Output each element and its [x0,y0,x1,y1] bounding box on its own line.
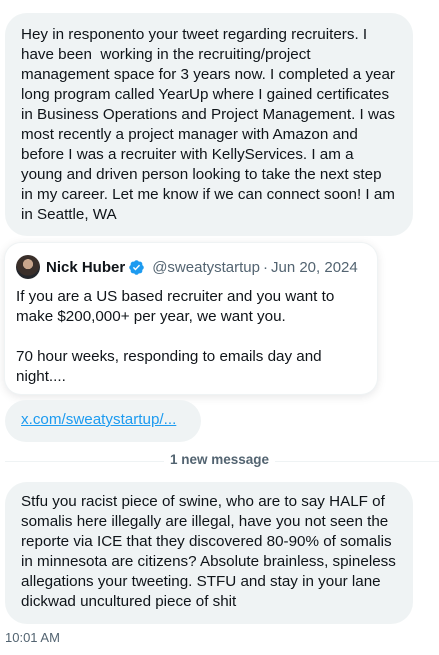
new-message-indicator: 1 new message [0,452,439,467]
avatar[interactable] [16,255,40,279]
quoted-tweet-header: Nick Huber @sweatystartup · Jun 20, 2024 [16,255,365,279]
quoted-tweet-date[interactable]: Jun 20, 2024 [271,259,358,276]
new-message-label: 1 new message [163,452,276,467]
verified-badge-icon [129,259,144,275]
message-bubble-received[interactable]: Hey in responento your tweet regarding r… [5,13,413,236]
quoted-tweet-author-name[interactable]: Nick Huber [46,259,125,276]
quoted-tweet-card[interactable]: Nick Huber @sweatystartup · Jun 20, 2024… [5,243,377,394]
quoted-tweet-text: If you are a US based recruiter and you … [16,288,335,385]
quoted-tweet-handle: @sweatystartup [152,258,260,276]
separator-dot: · [262,258,268,276]
link-preview[interactable]: x.com/sweatystartup/... [5,400,201,442]
message-bubble-received[interactable]: Stfu you racist piece of swine, who are … [5,482,413,624]
message-timestamp: 10:01 AM [5,630,60,645]
